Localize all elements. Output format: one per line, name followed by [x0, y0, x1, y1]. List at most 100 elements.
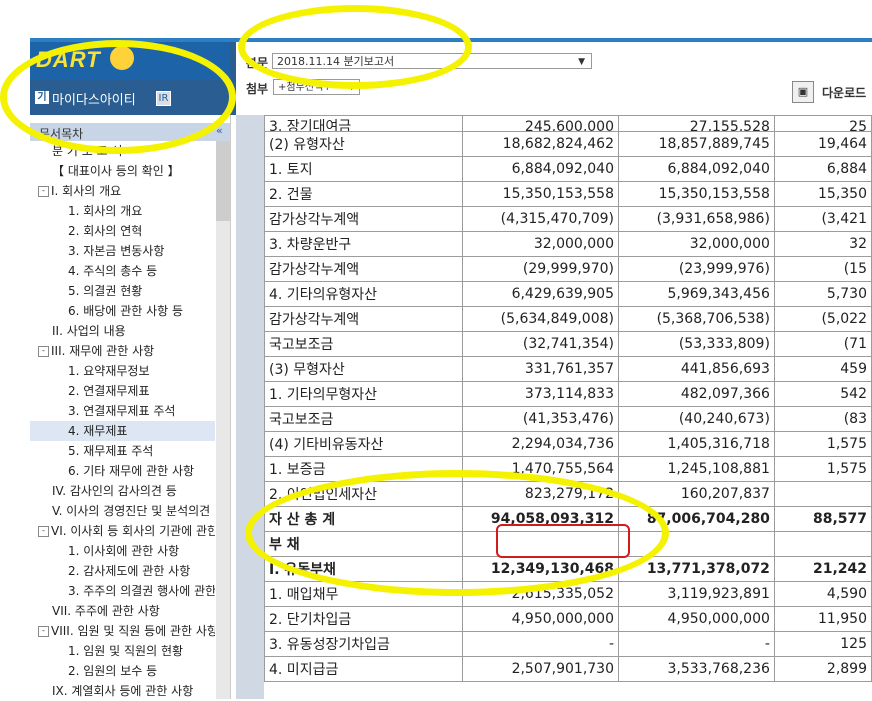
toc-item[interactable]: - III. 재무에 관한 사항: [38, 341, 154, 361]
value-cell: 3,119,923,891: [618, 581, 775, 607]
dart-logo[interactable]: DART: [30, 42, 230, 80]
toc-item[interactable]: 3. 자본금 변동사항: [68, 241, 164, 261]
balance-sheet-table: 3. 장기대여금 245,600,000 27,155,528 25 (2) 유형자산 1…: [263, 115, 872, 682]
total-assets-red-box: [496, 524, 630, 558]
toc-item[interactable]: II. 사업의 내용: [52, 321, 126, 341]
company-type-icon: 기: [35, 91, 49, 104]
value-cell: 6,429,639,905: [462, 281, 619, 307]
tree-toggle-icon[interactable]: -: [38, 346, 49, 357]
toc-item[interactable]: V. 이사의 경영진단 및 분석의견: [52, 501, 210, 521]
toc-item-label: 5. 재무제표 주석: [68, 444, 154, 458]
table-row: 1. 토지 6,884,092,040 6,884,092,040 6,884: [263, 156, 872, 182]
value-cell: 6,884,092,040: [462, 156, 619, 182]
toc-item[interactable]: -VI. 이사회 등 회사의 기관에 관한 사항: [38, 521, 215, 541]
toc-item-label: 【 대표이사 등의 확인 】: [52, 164, 180, 178]
toc-item[interactable]: IV. 감사인의 감사의견 등: [52, 481, 177, 501]
value-cell: 482,097,366: [618, 381, 775, 407]
company-bar: 기 마이다스아이티 IR: [30, 80, 230, 115]
toc-item[interactable]: 3. 연결재무제표 주석: [68, 401, 175, 421]
toc-item[interactable]: 분 기 보 고 서: [52, 141, 122, 161]
value-cell: 88,577: [773, 506, 872, 532]
value-cell: (23,999,976): [618, 256, 775, 282]
row-label-cell: 4. 미지급금: [263, 656, 464, 682]
attach-select[interactable]: +첨부선택+ ▼: [273, 79, 360, 95]
table-row: 4. 기타의유형자산 6,429,639,905 5,969,343,456 5,73…: [263, 281, 872, 307]
sidebar-scrollbar[interactable]: [216, 141, 230, 699]
value-cell: 6,884,092,040: [618, 156, 775, 182]
toc-item[interactable]: 2. 임원의 보수 등: [68, 661, 157, 681]
row-label-cell: 3. 유동성장기차입금: [263, 631, 464, 657]
value-cell: (40,240,673): [618, 406, 775, 432]
value-cell: 441,856,693: [618, 356, 775, 382]
row-label-cell: 부 채: [263, 531, 464, 557]
toc-item[interactable]: 【 대표이사 등의 확인 】: [52, 161, 180, 181]
table-row: 2. 이연법인세자산 823,279,172 160,207,837: [263, 481, 872, 507]
value-cell: (29,999,970): [462, 256, 619, 282]
toc-item-label: 4. 재무제표: [68, 424, 128, 438]
download-button[interactable]: ▣ 다운로드: [792, 81, 872, 103]
sidebar-scroll-thumb[interactable]: [216, 141, 230, 221]
row-label-cell: 1. 보증금: [263, 456, 464, 482]
value-cell: 2,507,901,730: [462, 656, 619, 682]
value-cell: 373,114,833: [462, 381, 619, 407]
tree-toggle-icon[interactable]: -: [38, 626, 49, 637]
toc-item[interactable]: 5. 재무제표 주석: [68, 441, 153, 461]
toc-item[interactable]: 6. 배당에 관한 사항 등: [68, 301, 183, 321]
toc-item[interactable]: IX. 계열회사 등에 관한 사항: [52, 681, 193, 701]
table-row: 국고보조금 (41,353,476) (40,240,673) (83: [263, 406, 872, 432]
toc-item-label: I. 회사의 개요: [51, 184, 122, 198]
table-row: 감가상각누계액 (29,999,970) (23,999,976) (15: [263, 256, 872, 282]
table-row: 4. 미지급금 2,507,901,730 3,533,768,236 2,899: [263, 656, 872, 682]
value-cell: 542: [773, 381, 872, 407]
table-row: 2. 건물 15,350,153,558 15,350,153,558 15,350: [263, 181, 872, 207]
value-cell: 4,950,000,000: [618, 606, 775, 632]
toc-item[interactable]: 1. 회사의 개요: [68, 201, 142, 221]
toc-item-label: 1. 요약재무정보: [68, 364, 150, 378]
value-cell: 11,950: [773, 606, 872, 632]
toc-item[interactable]: 2. 회사의 연혁: [68, 221, 142, 241]
row-label-cell: 1. 기타의무형자산: [263, 381, 464, 407]
tree-toggle-icon[interactable]: -: [38, 526, 49, 537]
toc-item[interactable]: 6. 기타 재무에 관한 사항: [68, 461, 194, 481]
value-cell: (5,634,849,008): [462, 306, 619, 332]
table-row: (3) 무형자산 331,761,357 441,856,693 459: [263, 356, 872, 382]
toc-item-label: VII. 주주에 관한 사항: [52, 604, 160, 618]
toc-item[interactable]: 1. 이사회에 관한 사항: [68, 541, 179, 561]
toc-item-label: 3. 주주의 의결권 행사에 관한 사항: [68, 584, 215, 598]
toc-item[interactable]: 1. 임원 및 직원의 현황: [68, 641, 183, 661]
toc-item[interactable]: 2. 감사제도에 관한 사항: [68, 561, 190, 581]
toc-item[interactable]: - I. 회사의 개요: [38, 181, 121, 201]
value-cell: (5,368,706,538): [618, 306, 775, 332]
value-cell: (4,315,470,709): [462, 206, 619, 232]
report-select[interactable]: 2018.11.14 분기보고서 ▼: [272, 53, 592, 69]
toc-item[interactable]: - VIII. 임원 및 직원 등에 관한 사항: [38, 621, 215, 641]
table-row: 3. 유동성장기차입금 - -125: [263, 631, 872, 657]
toc-item[interactable]: VII. 주주에 관한 사항: [52, 601, 160, 621]
toc-item-label: 1. 임원 및 직원의 현황: [68, 644, 184, 658]
collapse-icon[interactable]: «: [216, 125, 228, 137]
value-cell: 32: [773, 231, 872, 257]
toc-item-label: V. 이사의 경영진단 및 분석의견: [52, 504, 211, 518]
value-cell: 245,600,000: [462, 115, 619, 132]
top-strip: [0, 0, 872, 38]
toc-item[interactable]: 1. 요약재무정보: [68, 361, 150, 381]
value-cell: -: [618, 631, 775, 657]
toc-item-label: 3. 자본금 변동사항: [68, 244, 165, 258]
toc-header: 문서목차 «: [30, 123, 230, 141]
chevron-down-icon: ▼: [348, 82, 355, 92]
toc-item[interactable]: 3. 주주의 의결권 행사에 관한 사항: [68, 581, 215, 601]
toc-item[interactable]: 4. 재무제표: [30, 421, 215, 441]
value-cell: 32,000,000: [618, 231, 775, 257]
value-cell: 18,857,889,745: [618, 131, 775, 157]
toc-item[interactable]: 5. 의결권 현황: [68, 281, 142, 301]
value-cell: 87,006,704,280: [618, 506, 775, 532]
row-label-cell: 3. 장기대여금: [263, 115, 464, 132]
ir-badge-icon[interactable]: IR: [156, 91, 171, 106]
attach-label: 첨부: [246, 82, 269, 96]
tree-toggle-icon[interactable]: -: [38, 186, 49, 197]
value-cell: 5,730: [773, 281, 872, 307]
toc-item[interactable]: 2. 연결재무제표: [68, 381, 150, 401]
row-label-cell: 감가상각누계액: [263, 306, 464, 332]
value-cell: 25: [773, 115, 872, 132]
toc-item[interactable]: 4. 주식의 총수 등: [68, 261, 157, 281]
